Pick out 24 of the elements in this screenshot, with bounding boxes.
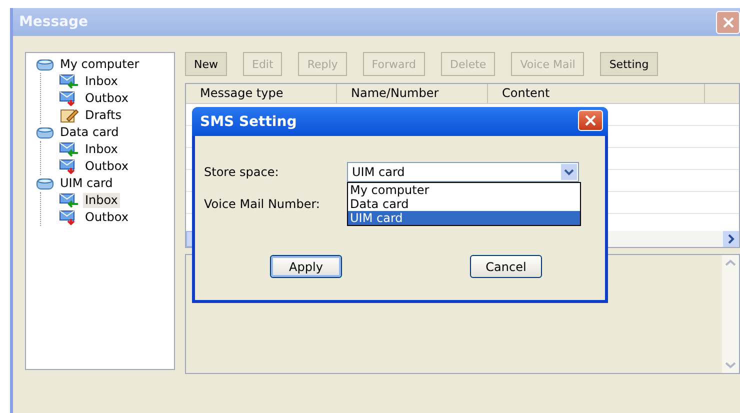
tree-item[interactable]: Outbox	[83, 210, 130, 225]
column-header[interactable]: Content	[488, 84, 705, 103]
dropdown-option[interactable]: My computer	[348, 183, 580, 197]
dropdown-option[interactable]: UIM card	[348, 211, 580, 225]
tree-item[interactable]: Outbox	[83, 159, 130, 174]
tree-item[interactable]: UIM card	[58, 176, 115, 191]
toolbar-button[interactable]: Setting	[600, 52, 658, 76]
dropdown-option[interactable]: Data card	[348, 197, 580, 211]
tree-item[interactable]: Inbox	[83, 74, 120, 89]
toolbar-button[interactable]: New	[185, 52, 227, 76]
dialog-button[interactable]: Apply	[270, 255, 342, 278]
column-header[interactable]: Name/Number	[337, 84, 488, 103]
tree-item[interactable]: Outbox	[83, 91, 130, 106]
field-label: Voice Mail Number:	[204, 197, 321, 211]
dialog-title: SMS Setting	[200, 114, 297, 130]
field-label: Store space:	[204, 165, 280, 179]
tree-item[interactable]: Inbox	[83, 142, 120, 157]
tree-item[interactable]: My computer	[58, 57, 142, 72]
dialog-button[interactable]: Cancel	[470, 255, 542, 278]
column-header[interactable]: Message type	[186, 84, 337, 103]
tree-item[interactable]: Inbox	[83, 193, 120, 208]
window-title: Message	[19, 14, 88, 30]
tree-item[interactable]: Drafts	[83, 108, 124, 123]
tree-item[interactable]: Data card	[58, 125, 121, 140]
